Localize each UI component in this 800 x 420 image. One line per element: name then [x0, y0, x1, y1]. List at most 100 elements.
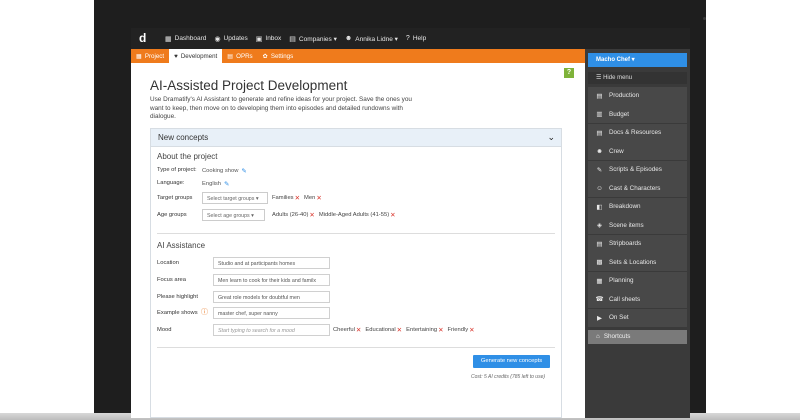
highlight-input[interactable]: Great role models for doubtful men [213, 291, 330, 303]
remove-x-icon[interactable]: ✕ [469, 326, 474, 334]
stripboards-icon: ▤ [596, 240, 603, 248]
tag-chip: Families ✕ [272, 194, 300, 202]
app-logo[interactable]: d [139, 31, 146, 45]
tab-project[interactable]: ▦ Project [131, 49, 169, 63]
remove-x-icon[interactable]: ✕ [356, 326, 361, 334]
edit-pencil-icon[interactable]: ✎ [241, 167, 246, 175]
tag-label: Entertaining [406, 327, 438, 333]
remove-x-icon[interactable]: ✕ [309, 211, 314, 219]
app-screen: d ▦ Dashboard ◉ Updates ▣ Inbox ▤ Companies ▾ ☻ A… [131, 28, 690, 418]
tab-settings[interactable]: ✿ Settings [258, 49, 299, 63]
age-tags: Adults (26-40) ✕ Middle-Aged Adults (41-55… [272, 211, 396, 219]
sidebar-item-budget[interactable]: ▥ Budget [588, 105, 687, 124]
tag-chip: Adults (26-40) ✕ [272, 211, 315, 219]
sidebar-item-cast[interactable]: ☺ Cast & Characters [588, 179, 687, 198]
user-icon: ☻ [344, 35, 353, 42]
sidebar-menu: ▤ Production ▥ Budget ▤ Docs & Resources ☻ Crew… [588, 87, 687, 327]
nav-item-companies[interactable]: ▤ Companies ▾ [289, 35, 337, 43]
sidebar-item-label: Scripts & Episodes [609, 166, 662, 174]
remove-x-icon[interactable]: ✕ [295, 194, 300, 202]
sidebar-item-crew[interactable]: ☻ Crew [588, 142, 687, 161]
sidebar: Macho Chef ▾ ☰ Hide menu ▤ Production ▥ Bud… [585, 49, 690, 418]
info-warning-icon[interactable]: ⓘ [201, 307, 208, 317]
tag-label: Families [272, 195, 294, 201]
sidebar-item-call-sheets[interactable]: ☎ Call sheets [588, 290, 687, 309]
nav-item-updates[interactable]: ◉ Updates [214, 35, 247, 43]
sidebar-item-label: Breakdown [609, 203, 641, 211]
tag-label: Middle-Aged Adults (41-55) [318, 212, 390, 218]
nav-item-dashboard[interactable]: ▦ Dashboard [165, 35, 206, 43]
sidebar-item-scripts[interactable]: ✎ Scripts & Episodes [588, 160, 687, 179]
cost-note: Cost: 5 AI credits (785 left to use) [471, 374, 546, 380]
planning-icon: ▦ [596, 277, 603, 285]
sidebar-item-label: Docs & Resources [609, 129, 662, 137]
sidebar-item-stripboards[interactable]: ▤ Stripboards [588, 234, 687, 253]
mood-label: Mood [157, 327, 172, 333]
tab-development[interactable]: ♥ Development [169, 49, 223, 63]
tab-label: Project [144, 52, 165, 60]
sidebar-item-label: Sets & Locations [609, 258, 657, 266]
help-icon: ? [405, 35, 410, 42]
tag-chip: Middle-Aged Adults (41-55) ✕ [319, 211, 396, 219]
location-label: Location [157, 260, 179, 266]
tag-label: Cheerful [333, 327, 355, 333]
hide-menu-label: Hide menu [603, 75, 633, 81]
target-groups-dropdown[interactable]: Select target groups ▾ [202, 192, 268, 204]
nav-item-inbox[interactable]: ▣ Inbox [256, 35, 282, 43]
focus-input[interactable]: Men learn to cook for their kids and fam… [213, 274, 330, 286]
mood-tags: Cheerful ✕ Educational ✕ Entertaining ✕ Friend… [333, 326, 475, 334]
tab-oprs[interactable]: ▤ OPRs [222, 49, 257, 63]
sidebar-item-planning[interactable]: ▦ Planning [588, 271, 687, 290]
tag-chip: Educational ✕ [365, 326, 402, 334]
project-switcher-button[interactable]: Macho Chef ▾ [588, 53, 687, 67]
panel-title: New concepts [158, 133, 209, 142]
sidebar-item-breakdown[interactable]: ◧ Breakdown [588, 197, 687, 216]
crew-icon: ☻ [596, 147, 603, 155]
focus-label: Focus area [157, 277, 186, 283]
nav-item-user[interactable]: ☻ Annika Lidne ▾ [345, 35, 398, 43]
production-icon: ▤ [596, 92, 603, 100]
tag-chip: Friendly ✕ [448, 326, 475, 334]
new-concepts-panel: New concepts ⌄ About the project Type of… [150, 128, 562, 418]
nav-item-help[interactable]: ? Help [406, 35, 426, 42]
sidebar-item-production[interactable]: ▤ Production [588, 87, 687, 105]
nav-item-label: Companies ▾ [298, 35, 337, 43]
chevron-down-icon[interactable]: ⌄ [547, 132, 555, 143]
tab-label: Development [180, 52, 218, 60]
shortcuts-icon: ⌂ [596, 333, 600, 340]
location-input[interactable]: Studio and at participants homes [213, 257, 330, 269]
example-shows-label: Example shows [157, 310, 198, 316]
top-nav: ▦ Dashboard ◉ Updates ▣ Inbox ▤ Companies ▾ ☻ Ann… [165, 28, 426, 49]
example-shows-input[interactable]: master chef, super nanny [213, 307, 330, 319]
nav-item-label: Dashboard [174, 35, 207, 42]
remove-x-icon[interactable]: ✕ [390, 211, 395, 219]
sidebar-item-sets[interactable]: ▩ Sets & Locations [588, 253, 687, 272]
edit-pencil-icon[interactable]: ✎ [224, 180, 229, 188]
remove-x-icon[interactable]: ✕ [397, 326, 402, 334]
language-value: English ✎ [202, 180, 229, 188]
sidebar-item-scene-items[interactable]: ◈ Scene items [588, 216, 687, 235]
age-groups-label: Age groups [157, 212, 187, 218]
panel-header[interactable]: New concepts ⌄ [151, 129, 561, 147]
help-badge[interactable]: ? [564, 68, 574, 78]
camera-dot [703, 17, 706, 20]
sidebar-item-label: Call sheets [609, 295, 641, 303]
shortcuts-button[interactable]: ⌂ Shortcuts [588, 330, 687, 344]
dashboard-icon: ▦ [165, 35, 172, 43]
type-label: Type of project: [157, 167, 197, 173]
divider [157, 233, 555, 234]
oprs-icon: ▤ [227, 52, 234, 60]
remove-x-icon[interactable]: ✕ [316, 194, 321, 202]
sidebar-item-docs[interactable]: ▤ Docs & Resources [588, 123, 687, 142]
tab-label: OPRs [236, 52, 253, 60]
language-label: Language: [157, 180, 185, 186]
generate-concepts-button[interactable]: Generate new concepts [473, 355, 550, 368]
sidebar-item-label: On Set [609, 314, 629, 322]
sidebar-item-on-set[interactable]: ▶ On Set [588, 308, 687, 327]
age-groups-dropdown[interactable]: Select age groups ▾ [202, 209, 265, 221]
mood-search-input[interactable]: Start typing to search for a mood [213, 324, 330, 336]
hide-menu-button[interactable]: ☰ Hide menu [588, 72, 687, 84]
sidebar-item-label: Stripboards [609, 240, 642, 248]
docs-icon: ▤ [596, 129, 603, 137]
remove-x-icon[interactable]: ✕ [438, 326, 443, 334]
